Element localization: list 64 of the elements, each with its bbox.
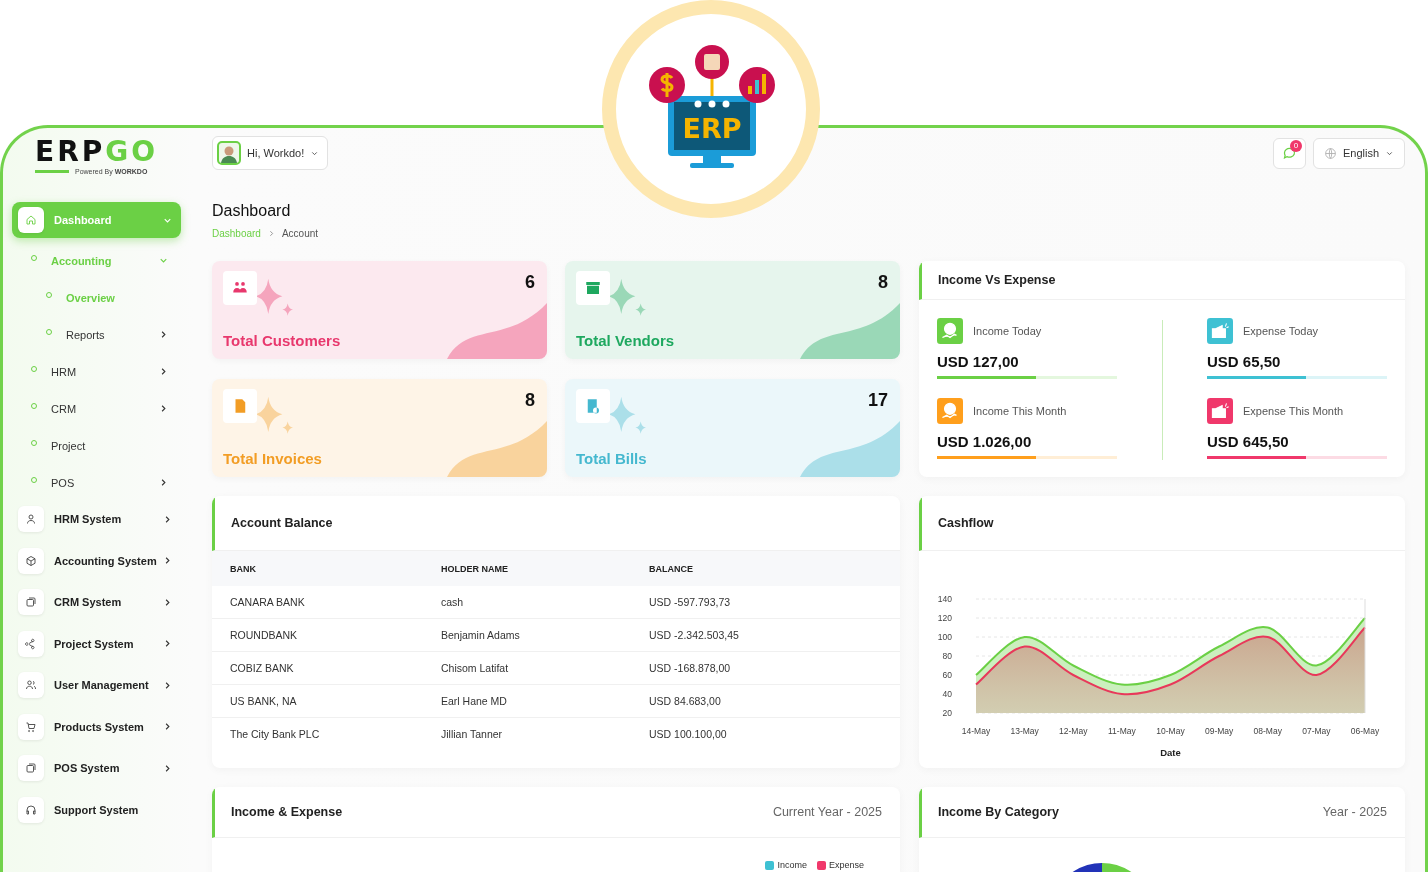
column-header: BALANCE <box>649 551 900 586</box>
x-tick-label: 14-May <box>961 726 991 736</box>
x-tick-label: 13-May <box>1010 726 1039 736</box>
metric-label: Expense This Month <box>1243 404 1344 417</box>
logo-wordmark: ERPGO <box>35 136 159 168</box>
card-title: Cashflow <box>919 496 1405 551</box>
stat-label: Total Bills <box>576 449 647 467</box>
period-label: Current Year - 2025 <box>772 805 882 819</box>
metric-amount: USD 645,50 <box>1207 432 1290 450</box>
table-cell: USD -168.878,00 <box>649 651 900 685</box>
legend-label: Expense <box>828 860 864 870</box>
column-header: HOLDER NAME <box>441 551 649 586</box>
x-tick-label: 11-May <box>1108 726 1136 736</box>
metric-amount: USD 127,00 <box>937 353 1020 370</box>
metric-label: Income This Month <box>973 404 1067 417</box>
table-cell: cash <box>441 586 649 619</box>
table-cell: ROUNDBANK <box>212 618 441 652</box>
stat-label: Total Vendors <box>576 332 675 349</box>
metric-label: Income Today <box>973 325 1042 337</box>
breadcrumb-current: Account <box>281 227 319 239</box>
y-tick-label: 100 <box>937 632 952 642</box>
y-tick-label: 140 <box>937 594 952 604</box>
x-axis-title: Date <box>1160 747 1181 758</box>
page-title: Dashboard <box>212 201 292 221</box>
y-tick-label: 80 <box>942 651 952 661</box>
table-cell: USD 100.100,00 <box>649 717 900 750</box>
y-tick-label: 40 <box>942 689 952 699</box>
notification-count: 0 <box>1289 139 1302 152</box>
card-title: Income By Category <box>937 805 1060 819</box>
column-header: BANK <box>212 551 441 586</box>
stat-count: 8 <box>525 389 535 411</box>
x-tick-label: 07-May <box>1302 726 1331 736</box>
stat-label: Total Customers <box>223 332 341 349</box>
x-tick-label: 09-May <box>1204 726 1234 736</box>
stat-label: Total Invoices <box>223 449 322 467</box>
y-tick-label: 20 <box>942 708 952 718</box>
table-cell: The City Bank PLC <box>212 717 441 750</box>
table-cell: US BANK, NA <box>212 684 441 718</box>
x-tick-label: 12-May <box>1059 726 1088 736</box>
erp-label: ERP <box>682 113 742 144</box>
table-cell: COBIZ BANK <box>212 651 441 685</box>
y-tick-label: 60 <box>942 670 952 680</box>
table-cell: Benjamin Adams <box>441 618 649 652</box>
table-cell: Jillian Tanner <box>441 717 649 750</box>
table-cell: Chisom Latifat <box>441 651 649 685</box>
legend-label: Income <box>777 860 807 870</box>
table-cell: USD -597.793,73 <box>649 586 900 619</box>
stat-count: 17 <box>867 389 888 411</box>
table-cell: USD -2.342.503,45 <box>649 618 900 652</box>
table-cell: USD 84.683,00 <box>649 684 900 718</box>
metric-label: Expense Today <box>1243 325 1319 337</box>
x-tick-label: 08-May <box>1253 726 1282 736</box>
table-cell: Earl Hane MD <box>441 684 649 718</box>
period-label: Year - 2025 <box>1322 805 1387 819</box>
x-tick-label: 06-May <box>1350 726 1380 736</box>
stat-count: 8 <box>878 272 888 293</box>
x-tick-label: 10-May <box>1156 726 1185 736</box>
table-cell: CANARA BANK <box>212 586 441 619</box>
metric-amount: USD 65,50 <box>1207 353 1282 370</box>
y-tick-label: 120 <box>937 613 952 623</box>
card-title: Income Vs Expense <box>919 261 1405 300</box>
metric-amount: USD 1.026,00 <box>937 432 1033 450</box>
stat-count: 6 <box>525 272 535 293</box>
card-title: Income & Expense <box>230 805 344 819</box>
